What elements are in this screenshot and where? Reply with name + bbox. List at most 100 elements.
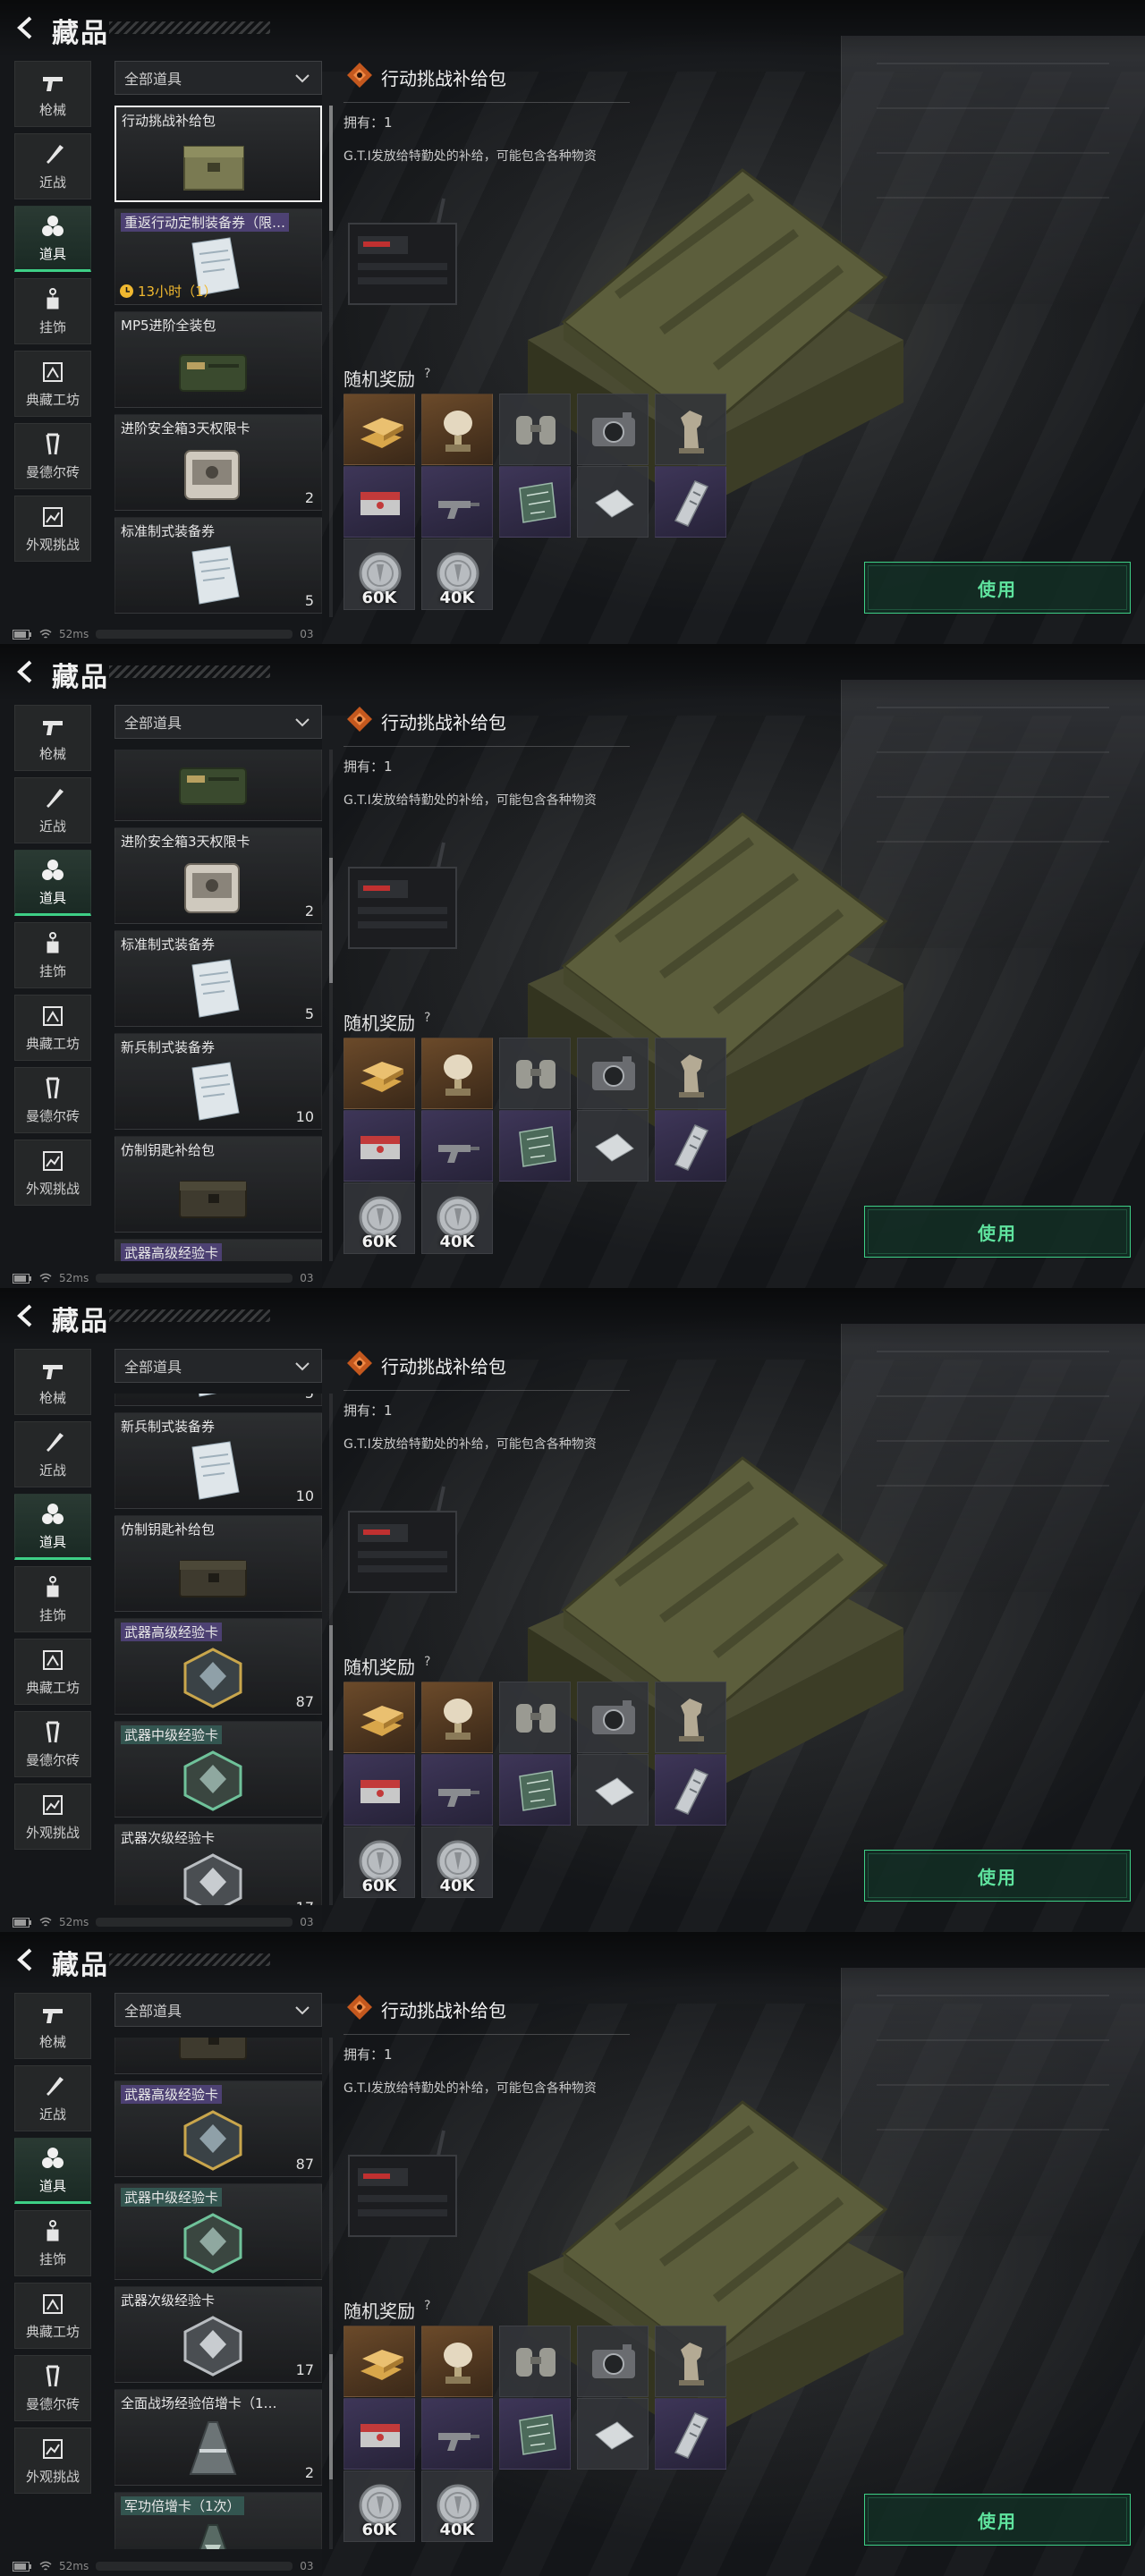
scrollbar[interactable]	[329, 750, 333, 1261]
reward-slot[interactable]	[499, 1110, 571, 1182]
back-button[interactable]	[13, 1302, 39, 1329]
scrollbar-thumb[interactable]	[329, 858, 333, 983]
reward-slot[interactable]	[577, 466, 649, 538]
reward-slot[interactable]	[344, 2398, 415, 2470]
back-button[interactable]	[13, 1946, 39, 1973]
filter-dropdown[interactable]: 全部道具	[114, 1349, 322, 1383]
item-card[interactable]: 标准制式装备券5	[114, 517, 322, 614]
reward-slot[interactable]	[577, 1754, 649, 1826]
reward-slot[interactable]	[577, 1110, 649, 1182]
category-charm[interactable]: 挂饰	[14, 2210, 91, 2276]
item-list[interactable]: 行动挑战补给包重返行动定制装备券（限…13小时（1）MP5进阶全装包进阶安全箱3…	[114, 2038, 326, 2549]
use-button[interactable]: 使用	[864, 562, 1131, 614]
item-card[interactable]: 标准制式装备券5	[114, 1394, 322, 1406]
reward-slot[interactable]	[655, 1038, 726, 1109]
reward-slot[interactable]	[499, 2398, 571, 2470]
item-card[interactable]: 新兵制式装备券 10	[114, 1412, 322, 1509]
category-appearance-challenge[interactable]: 外观挑战	[14, 2428, 91, 2494]
category-grenades[interactable]: 道具	[14, 850, 91, 916]
reward-slot[interactable]	[577, 1038, 649, 1109]
item-card[interactable]: 军功倍增卡（1次）2	[114, 2492, 322, 2549]
item-card[interactable]: 仿制钥匙补给包	[114, 1515, 322, 1612]
category-workshop[interactable]: 典藏工坊	[14, 2283, 91, 2349]
reward-slot[interactable]	[655, 1110, 726, 1182]
category-mandel-brick[interactable]: 曼德尔砖	[14, 2355, 91, 2421]
reward-slot[interactable]	[499, 1754, 571, 1826]
reward-slot[interactable]	[421, 2398, 493, 2470]
item-card[interactable]: MP5进阶全装包	[114, 750, 322, 821]
category-knife[interactable]: 近战	[14, 2065, 91, 2131]
reward-slot[interactable]: 40K	[421, 1182, 493, 1254]
reward-slot[interactable]	[499, 1038, 571, 1109]
reward-slot[interactable]	[577, 2326, 649, 2397]
reward-slot[interactable]	[344, 1038, 415, 1109]
reward-slot[interactable]	[344, 2326, 415, 2397]
reward-slot[interactable]	[577, 1682, 649, 1753]
category-knife[interactable]: 近战	[14, 1421, 91, 1487]
item-list[interactable]: 行动挑战补给包重返行动定制装备券（限…13小时（1）MP5进阶全装包进阶安全箱3…	[114, 1394, 326, 1905]
item-list[interactable]: 行动挑战补给包重返行动定制装备券（限…13小时（1）MP5进阶全装包进阶安全箱3…	[114, 750, 326, 1261]
category-knife[interactable]: 近战	[14, 777, 91, 843]
scrollbar-thumb[interactable]	[329, 1625, 333, 1750]
item-card[interactable]: 进阶安全箱3天权限卡 2	[114, 414, 322, 511]
scrollbar[interactable]	[329, 2038, 333, 2549]
reward-slot[interactable]: 60K	[344, 2470, 415, 2542]
category-charm[interactable]: 挂饰	[14, 278, 91, 344]
reward-slot[interactable]	[655, 1754, 726, 1826]
item-card[interactable]: 行动挑战补给包	[114, 106, 322, 202]
item-card[interactable]: 新兵制式装备券 10	[114, 1033, 322, 1130]
filter-dropdown[interactable]: 全部道具	[114, 61, 322, 95]
category-workshop[interactable]: 典藏工坊	[14, 1639, 91, 1705]
category-mandel-brick[interactable]: 曼德尔砖	[14, 1711, 91, 1777]
reward-slot[interactable]	[655, 1682, 726, 1753]
item-card[interactable]: 武器高级经验卡 87	[114, 1618, 322, 1715]
category-pistol[interactable]: 枪械	[14, 1349, 91, 1415]
category-grenades[interactable]: 道具	[14, 1494, 91, 1560]
filter-dropdown[interactable]: 全部道具	[114, 705, 322, 739]
reward-slot[interactable]	[344, 394, 415, 465]
use-button[interactable]: 使用	[864, 1206, 1131, 1258]
category-charm[interactable]: 挂饰	[14, 922, 91, 988]
item-list[interactable]: 行动挑战补给包重返行动定制装备券（限…13小时（1）MP5进阶全装包进阶安全箱3…	[114, 106, 326, 617]
use-button[interactable]: 使用	[864, 2494, 1131, 2546]
item-card[interactable]: 全面战场经验倍增卡（1… 2	[114, 2389, 322, 2486]
item-card[interactable]: 武器中级经验卡	[114, 1721, 322, 1818]
back-button[interactable]	[13, 14, 39, 41]
category-mandel-brick[interactable]: 曼德尔砖	[14, 1067, 91, 1133]
reward-slot[interactable]	[499, 1682, 571, 1753]
reward-slot[interactable]	[344, 1110, 415, 1182]
reward-slot[interactable]	[421, 1682, 493, 1753]
reward-slot[interactable]	[499, 466, 571, 538]
reward-slot[interactable]: 40K	[421, 538, 493, 610]
reward-slot[interactable]: 40K	[421, 2470, 493, 2542]
reward-slot[interactable]	[421, 1754, 493, 1826]
item-card[interactable]: 仿制钥匙补给包	[114, 1136, 322, 1233]
category-pistol[interactable]: 枪械	[14, 705, 91, 771]
reward-slot[interactable]	[655, 466, 726, 538]
category-grenades[interactable]: 道具	[14, 206, 91, 272]
reward-slot[interactable]	[655, 2326, 726, 2397]
reward-slot[interactable]	[499, 2326, 571, 2397]
reward-slot[interactable]: 40K	[421, 1826, 493, 1898]
category-workshop[interactable]: 典藏工坊	[14, 351, 91, 417]
item-card[interactable]: 标准制式装备券5	[114, 930, 322, 1027]
item-card[interactable]: 武器次级经验卡 17	[114, 1824, 322, 1905]
help-icon[interactable]: ?	[424, 1655, 430, 1669]
reward-slot[interactable]	[577, 394, 649, 465]
reward-slot[interactable]	[421, 466, 493, 538]
item-card[interactable]: 仿制钥匙补给包	[114, 2038, 322, 2074]
reward-slot[interactable]	[655, 2398, 726, 2470]
scrollbar[interactable]	[329, 106, 333, 617]
item-card[interactable]: 武器次级经验卡 17	[114, 2286, 322, 2383]
use-button[interactable]: 使用	[864, 1850, 1131, 1902]
reward-slot[interactable]	[421, 1038, 493, 1109]
reward-slot[interactable]	[344, 1754, 415, 1826]
category-appearance-challenge[interactable]: 外观挑战	[14, 1140, 91, 1206]
category-pistol[interactable]: 枪械	[14, 1993, 91, 2059]
reward-slot[interactable]: 60K	[344, 1826, 415, 1898]
category-appearance-challenge[interactable]: 外观挑战	[14, 1784, 91, 1850]
reward-slot[interactable]: 60K	[344, 538, 415, 610]
category-grenades[interactable]: 道具	[14, 2138, 91, 2204]
reward-slot[interactable]	[421, 2326, 493, 2397]
help-icon[interactable]: ?	[424, 2299, 430, 2313]
